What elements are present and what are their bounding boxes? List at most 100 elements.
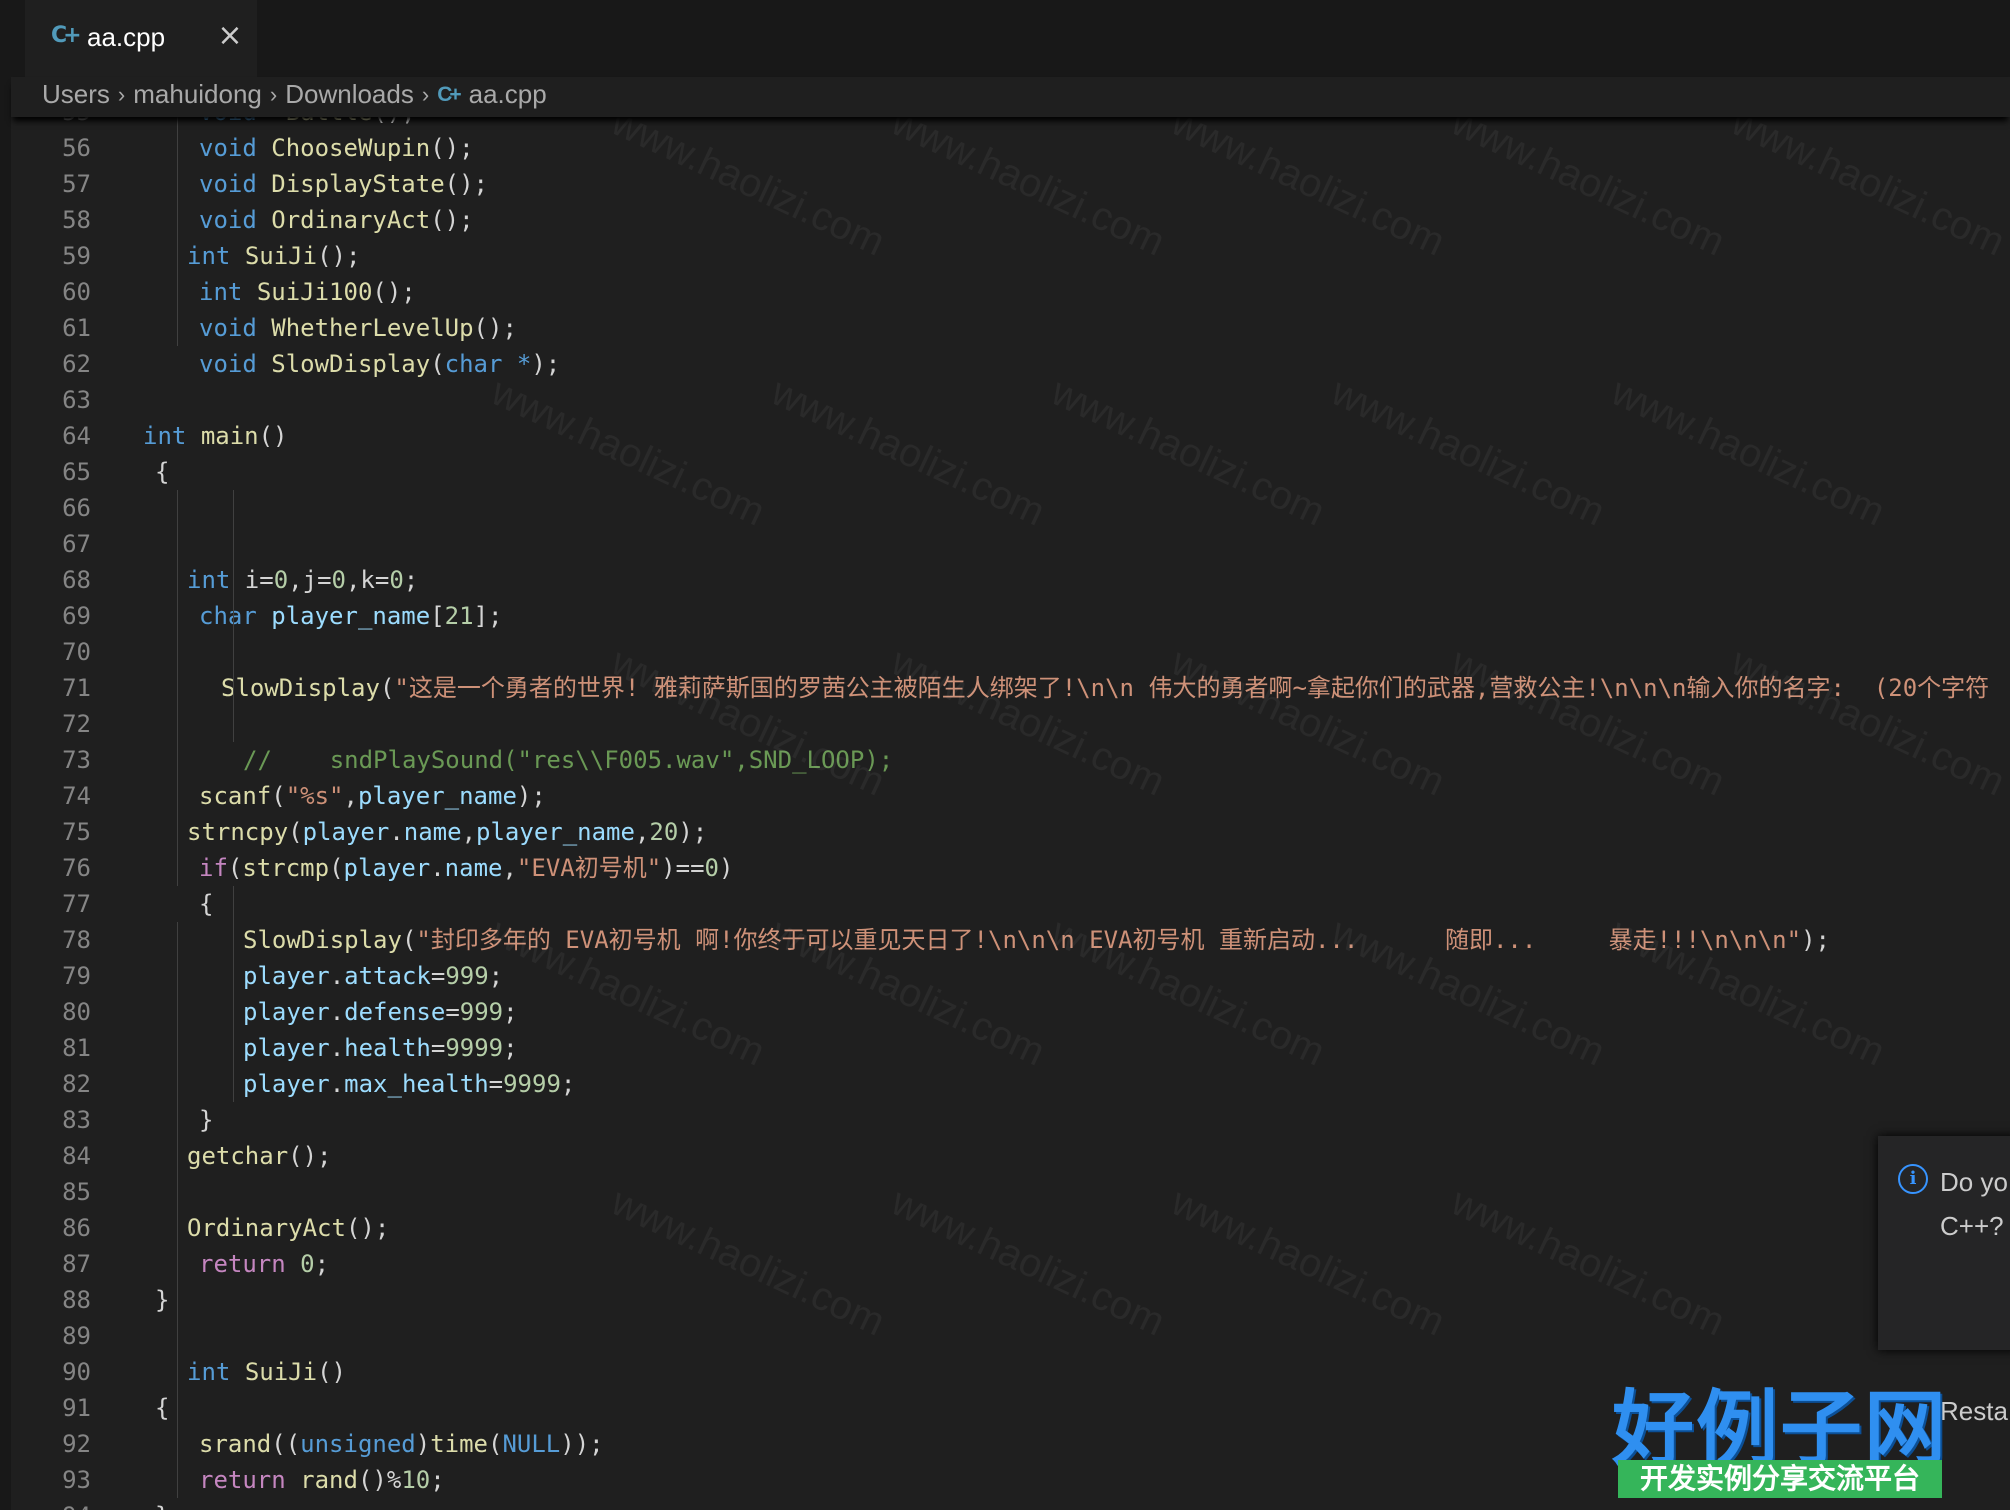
line-number: 59 bbox=[62, 242, 91, 270]
line-number: 62 bbox=[62, 350, 91, 378]
code-token: ; bbox=[503, 998, 518, 1026]
cpp-file-icon: C+ bbox=[51, 23, 82, 48]
code-token: ( bbox=[329, 854, 344, 882]
code-token: ( bbox=[488, 1430, 503, 1458]
code-token: main bbox=[200, 422, 259, 450]
code-line: int main() bbox=[143, 418, 288, 454]
code-token: name bbox=[403, 818, 462, 846]
code-token: { bbox=[199, 890, 214, 918]
breadcrumb-item-downloads[interactable]: Downloads bbox=[285, 79, 414, 110]
code-token: player bbox=[302, 818, 390, 846]
code-line: int SuiJi(); bbox=[187, 238, 360, 274]
code-token: ( bbox=[227, 854, 243, 882]
code-token: strncpy bbox=[187, 818, 289, 846]
code-token: } bbox=[199, 1106, 214, 1134]
line-number: 56 bbox=[62, 134, 91, 162]
line-number: 91 bbox=[62, 1394, 91, 1422]
info-icon: i bbox=[1898, 1164, 1928, 1194]
code-editor[interactable]: 55 56 57 58 59 60 61 62 63 64 65 66 67 68 69 70 71 72 73 74… bbox=[11, 117, 2010, 1510]
code-token: (); bbox=[345, 1214, 390, 1242]
indent-guide bbox=[233, 886, 234, 1102]
code-token: , bbox=[634, 818, 650, 846]
line-number: 77 bbox=[62, 890, 91, 918]
code-token: char bbox=[444, 350, 503, 378]
code-token: OrdinaryAct bbox=[187, 1214, 346, 1242]
code-token: () bbox=[258, 422, 288, 450]
code-token: , bbox=[343, 782, 358, 810]
code-token: player bbox=[243, 1034, 330, 1062]
code-token: (); bbox=[430, 206, 474, 234]
notification-toast: i Do yo C++? bbox=[1878, 1136, 2010, 1350]
line-number: 84 bbox=[62, 1142, 91, 1170]
code-token: strcmp bbox=[242, 854, 330, 882]
code-line: getchar(); bbox=[187, 1138, 332, 1174]
code-token: 0 bbox=[273, 566, 289, 594]
code-token: max_health bbox=[344, 1070, 489, 1098]
indent-guide bbox=[177, 922, 178, 1498]
code-token: = bbox=[488, 1070, 504, 1098]
code-token: 10 bbox=[401, 1466, 431, 1494]
code-token: void bbox=[199, 134, 257, 162]
code-token: name bbox=[444, 854, 503, 882]
code-line: SlowDisplay("封印多年的 EVA初号机 啊!你终于可以重见天日了!\… bbox=[243, 922, 1830, 958]
line-number: 82 bbox=[62, 1070, 91, 1098]
line-number: 63 bbox=[62, 386, 91, 414]
breadcrumb: Users › mahuidong › Downloads › C+ aa.cp… bbox=[11, 77, 2010, 117]
code-token: = bbox=[430, 962, 446, 990]
breadcrumb-item-file[interactable]: aa.cpp bbox=[469, 79, 547, 110]
tab-aa-cpp[interactable]: C+ aa.cpp × bbox=[25, 0, 257, 77]
code-token: ); bbox=[531, 350, 561, 378]
code-line: srand((unsigned)time(NULL)); bbox=[199, 1426, 604, 1462]
watermark-logo: 好例子网 开发实例分享交流平台 bbox=[1612, 1362, 1948, 1502]
code-token: . bbox=[430, 854, 445, 882]
line-number: 85 bbox=[62, 1178, 91, 1206]
activity-rail bbox=[0, 0, 11, 1510]
breadcrumb-item-users[interactable]: Users bbox=[42, 79, 110, 110]
code-token: * bbox=[516, 350, 532, 378]
code-token: { bbox=[155, 1394, 170, 1422]
line-number: 88 bbox=[62, 1286, 91, 1314]
watermark-subtitle: 开发实例分享交流平台 bbox=[1618, 1460, 1942, 1498]
code-token: ]; bbox=[473, 602, 503, 630]
chevron-right-icon: › bbox=[117, 81, 126, 107]
code-token: = bbox=[430, 1034, 446, 1062]
code-token: "%s" bbox=[285, 782, 344, 810]
chevron-right-icon: › bbox=[269, 81, 278, 107]
code-token: . bbox=[329, 1070, 345, 1098]
code-token: time bbox=[430, 1430, 488, 1458]
close-tab-icon[interactable]: × bbox=[215, 18, 245, 54]
code-token: int bbox=[187, 566, 231, 594]
line-number: 67 bbox=[62, 530, 91, 558]
code-line: { bbox=[199, 886, 213, 922]
code-token: . bbox=[329, 998, 345, 1026]
code-token: NULL bbox=[502, 1430, 561, 1458]
line-number: 81 bbox=[62, 1034, 91, 1062]
code-token: ( bbox=[430, 350, 445, 378]
code-token: "EVA初号机" bbox=[516, 854, 662, 882]
line-number: 89 bbox=[62, 1322, 91, 1350]
code-token: "封印多年的 EVA初号机 啊!你终于可以重见天日了!\n\n\n EVA初号机… bbox=[416, 926, 1802, 954]
code-token: player_name bbox=[271, 602, 431, 630]
line-number: 55 bbox=[11, 117, 91, 130]
code-token: . bbox=[329, 1034, 345, 1062]
breadcrumb-item-mahuidong[interactable]: mahuidong bbox=[133, 79, 262, 110]
code-token: 21 bbox=[444, 602, 474, 630]
code-line: { bbox=[155, 1390, 169, 1426]
line-number: 90 bbox=[62, 1358, 91, 1386]
line-number: 76 bbox=[62, 854, 91, 882]
line-number: 70 bbox=[62, 638, 91, 666]
code-token: ( bbox=[288, 818, 303, 846]
indent-guide bbox=[177, 117, 178, 346]
code-line: int i=0,j=0,k=0; bbox=[187, 562, 418, 598]
code-line: return 0; bbox=[199, 1246, 329, 1282]
line-number: 87 bbox=[62, 1250, 91, 1278]
code-token: Battle bbox=[286, 117, 373, 126]
code-line: } bbox=[155, 1498, 169, 1510]
code-token: OrdinaryAct bbox=[271, 206, 431, 234]
code-token: } bbox=[155, 1286, 170, 1314]
code-token: player_name bbox=[357, 782, 517, 810]
